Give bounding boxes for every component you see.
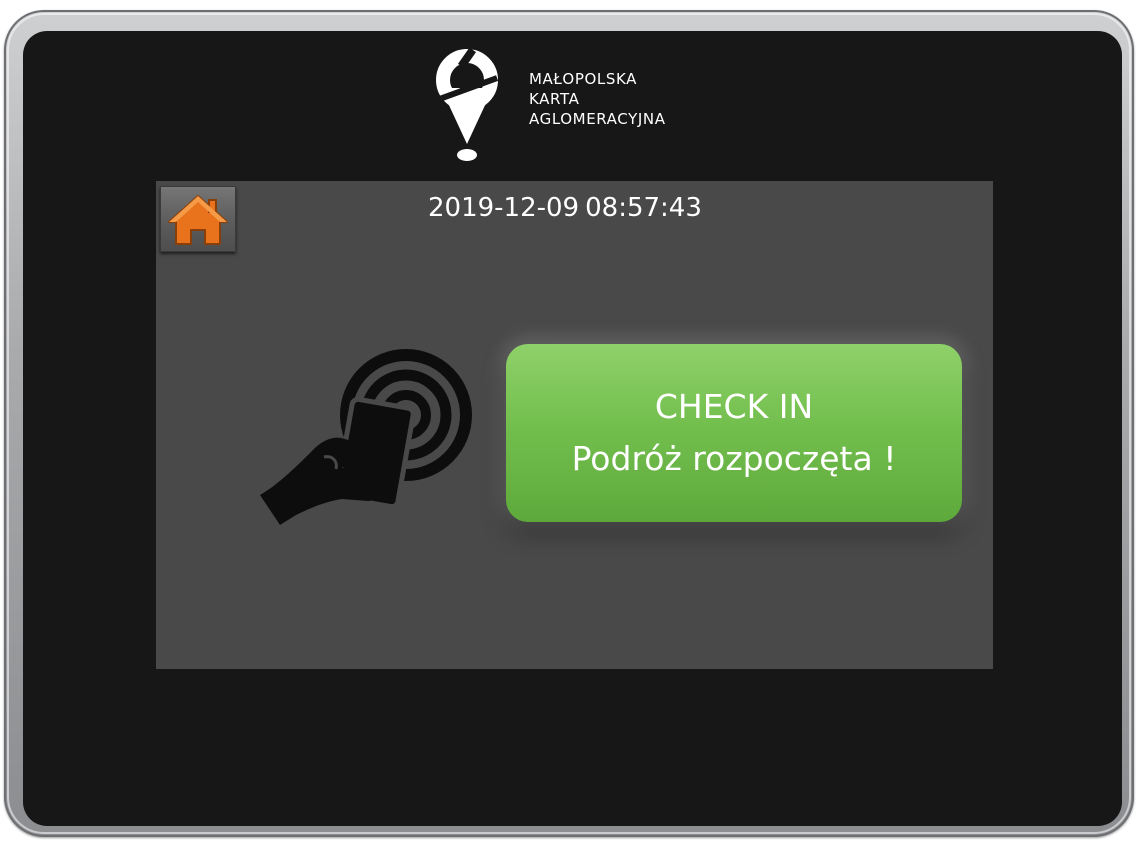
home-button[interactable]: [160, 186, 236, 252]
mka-logo-icon: [435, 48, 499, 161]
checkin-button[interactable]: CHECK IN Podróż rozpoczęta !: [506, 344, 962, 522]
checkin-title: CHECK IN: [654, 387, 814, 426]
contactless-card-icon: [260, 349, 472, 525]
home-icon: [168, 195, 228, 245]
checkin-message: Podróż rozpoczęta !: [571, 439, 897, 478]
brand-line-2: KARTA: [529, 90, 580, 108]
current-time: 08:57:43: [585, 193, 702, 223]
datetime: 2019-12-09 08:57:43: [428, 193, 702, 223]
brand-line-3: AGLOMERACYJNA: [529, 110, 666, 128]
current-date: 2019-12-09: [428, 193, 580, 223]
brand-name: MAŁOPOLSKA KARTA AGLOMERACYJNA: [529, 69, 666, 129]
brand-line-1: MAŁOPOLSKA: [529, 70, 638, 88]
